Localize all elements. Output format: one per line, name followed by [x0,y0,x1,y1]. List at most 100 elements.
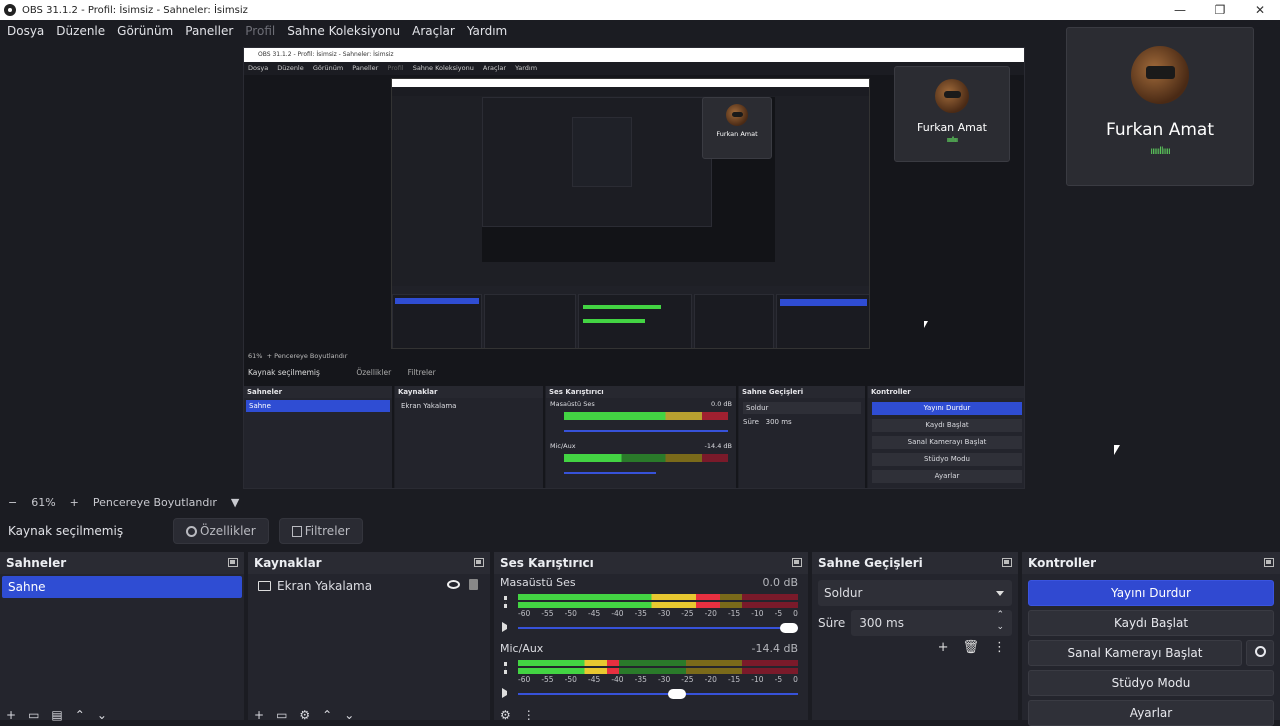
zoom-out-button[interactable]: − [8,496,17,509]
filter-icon[interactable]: ▤ [51,708,62,722]
virtual-cam-button[interactable]: Sanal Kamerayı Başlat [1028,640,1242,666]
volume-slider[interactable] [518,623,798,633]
nested-menu-item: Düzenle [277,64,304,72]
studio-mode-button[interactable]: Stüdyo Modu [1028,670,1274,696]
nested-menu-item: Paneller [352,64,379,72]
start-record-button[interactable]: Kaydı Başlat [1028,610,1274,636]
meter-tick: -60 [518,675,531,684]
stop-stream-button[interactable]: Yayını Durdur [1028,580,1274,606]
zoom-in-button[interactable]: + [70,496,79,509]
settings-button[interactable]: Ayarlar [1028,700,1274,726]
no-source-selected-label: Kaynak seçilmemiş [8,524,124,538]
nested-menu-item: Dosya [248,64,269,72]
speaker-icon[interactable] [502,688,512,698]
nested-menu-item: Görünüm [312,64,344,72]
avatar [935,79,969,113]
channel-db: -14.4 dB [751,642,799,655]
nested-panels-level2 [392,286,869,348]
scenes-header: Sahneler [0,552,244,574]
gear-icon[interactable]: ⚙ [500,708,511,722]
kebab-icon[interactable]: ⋮ [993,640,1006,655]
volume-meter [518,660,798,666]
gear-icon[interactable]: ⚙ [299,708,310,722]
minimize-button[interactable]: — [1160,0,1200,20]
meter-tick: -40 [611,675,624,684]
plus-icon[interactable]: + [6,708,16,722]
source-name: Ekran Yakalama [277,579,373,593]
plus-icon[interactable]: + [254,708,264,722]
chevron-down-icon[interactable]: ⌄ [344,708,354,722]
menu-gorunum[interactable]: Görünüm [117,24,173,38]
meter-ticks: -60 -55 -50 -45 -40 -35 -30 -25 -20 -15 -10 -5 0 [518,609,798,618]
nested-menu-item: Yardım [515,64,538,72]
zoom-percent: 61% [31,495,56,509]
chevron-up-icon[interactable]: ⌃ [75,708,85,722]
nested-source-bar: Kaynak seçilmemiş Özellikler Filtreler [248,368,436,377]
webcam-source[interactable]: Furkan Amat ıııııllıııı [1066,27,1254,186]
meter-tick: -55 [541,609,554,618]
meter-tick: -45 [587,675,601,684]
webcam-name: Furkan Amat [716,130,758,138]
kebab-icon[interactable] [504,662,507,674]
nested-menu-item: Profil [387,64,404,72]
controls-header: Kontroller [1022,552,1280,574]
source-item[interactable]: Ekran Yakalama [248,574,490,598]
webcam-name: Furkan Amat [917,121,987,134]
eye-icon[interactable] [447,580,460,589]
kebab-icon[interactable] [504,596,507,608]
plus-icon[interactable]: + [938,640,949,655]
controls-title: Kontroller [1028,556,1097,570]
duration-value: 300 ms [859,616,904,630]
fit-window-dropdown[interactable]: Pencereye Boyutlandır [93,496,217,509]
duration-spinbox[interactable]: 300 ms ⌃ ⌄ [851,610,1012,636]
sources-header: Kaynaklar [248,552,490,574]
speaker-icon[interactable] [502,622,512,632]
virtual-cam-settings-button[interactable] [1246,640,1274,666]
scene-item[interactable]: Sahne [2,576,242,598]
channel-db: 0.0 dB [762,576,798,589]
menu-araclar[interactable]: Araçlar [412,24,455,38]
trash-icon[interactable]: ▭ [28,708,39,722]
close-button[interactable]: ✕ [1240,0,1280,20]
scenes-title: Sahneler [6,556,67,570]
chevron-down-icon[interactable]: ▼ [231,496,239,509]
float-icon[interactable] [1002,558,1012,567]
menu-duzenle[interactable]: Düzenle [56,24,105,38]
trash-icon[interactable]: ▭ [276,708,287,722]
menu-profil[interactable]: Profil [245,24,275,38]
maximize-button[interactable]: ❐ [1200,0,1240,20]
trash-icon[interactable]: 🗑 [962,640,979,655]
transition-tools: + 🗑 ⋮ [938,640,1006,655]
properties-button[interactable]: Özellikler [173,518,269,544]
filters-button[interactable]: Filtreler [278,518,363,544]
mouse-cursor [1114,445,1120,455]
float-icon[interactable] [228,558,238,567]
channel-name: Masaüstü Ses [500,576,576,589]
menu-sahne-koleksiyonu[interactable]: Sahne Koleksiyonu [287,24,400,38]
float-icon[interactable] [1264,558,1274,567]
transitions-title: Sahne Geçişleri [818,556,923,570]
meter-tick: -5 [774,675,783,684]
kebab-icon[interactable]: ⋮ [523,708,535,722]
menu-paneller[interactable]: Paneller [185,24,233,38]
meter-tick: -35 [634,609,647,618]
nested-zoom: 61% + Pencereye Boyutlandır [248,352,348,360]
properties-label: Özellikler [200,524,256,538]
lock-icon[interactable] [469,579,478,590]
transitions-header: Sahne Geçişleri [812,552,1018,574]
menu-yardim[interactable]: Yardım [467,24,507,38]
chevron-down-icon[interactable]: ⌄ [996,614,1004,640]
float-icon[interactable] [792,558,802,567]
transition-select[interactable]: Soldur [818,580,1012,606]
chevron-up-icon[interactable]: ⌃ [322,708,332,722]
gear-icon [186,525,197,537]
float-icon[interactable] [474,558,484,567]
window-title: OBS 31.1.2 - Profil: İsimsiz - Sahneler:… [22,4,248,16]
meter-tick: 0 [793,609,798,618]
webcam-level: ıııııllıııı [1150,146,1171,157]
chevron-down-icon[interactable]: ⌄ [97,708,107,722]
mixer-header: Ses Karıştırıcı [494,552,808,574]
volume-slider[interactable] [518,689,798,699]
menu-dosya[interactable]: Dosya [7,24,44,38]
nested-cursor [924,321,928,328]
